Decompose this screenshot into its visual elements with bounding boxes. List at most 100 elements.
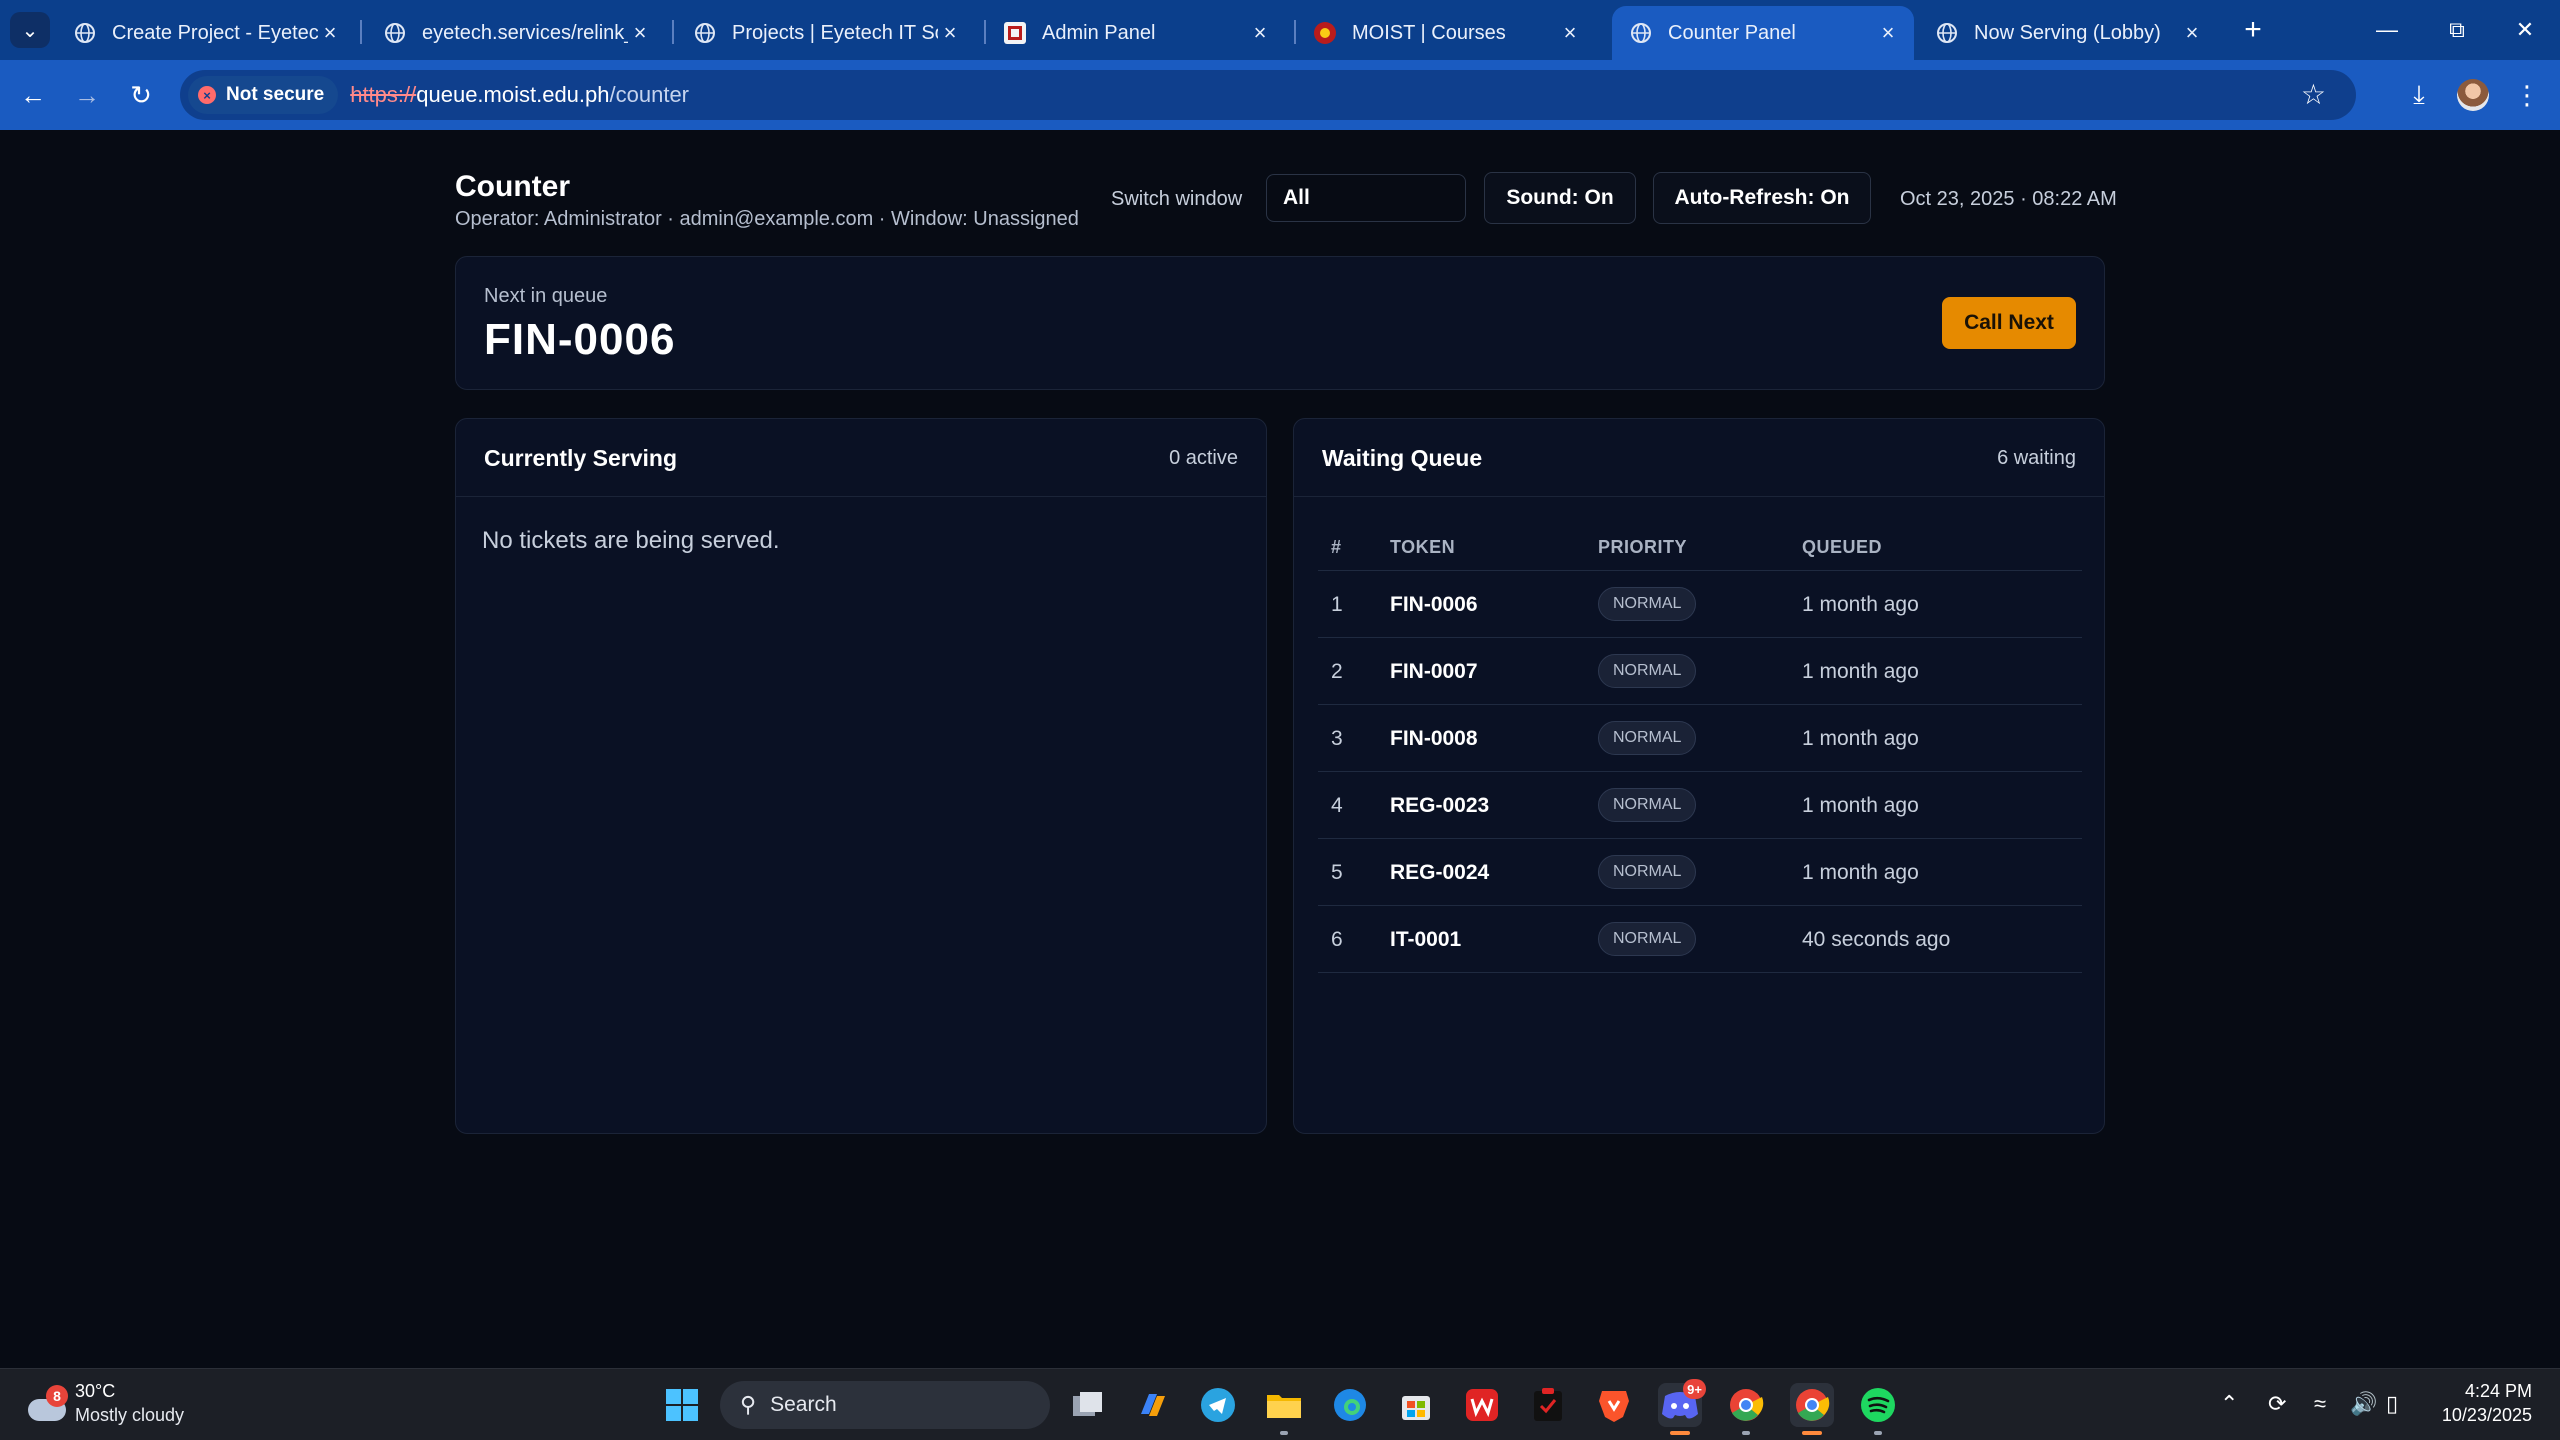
- row-queued-time: 40 seconds ago: [1802, 928, 1951, 951]
- back-button[interactable]: ←: [12, 74, 54, 116]
- close-icon[interactable]: ×: [628, 20, 652, 46]
- close-icon[interactable]: ×: [1558, 20, 1582, 46]
- sync-icon[interactable]: ⟳: [2268, 1391, 2286, 1417]
- window-select[interactable]: All: [1266, 174, 1466, 222]
- tab-create-project[interactable]: Create Project - Eyetech A ×: [56, 6, 356, 60]
- tab-relink[interactable]: eyetech.services/relink_sto ×: [366, 6, 666, 60]
- currently-serving-card: Currently Serving 0 active No tickets ar…: [455, 418, 1267, 1134]
- tab-title: Projects | Eyetech IT Soluti: [732, 21, 938, 44]
- priority-badge: NORMAL: [1598, 922, 1697, 956]
- priority-badge: NORMAL: [1598, 788, 1697, 822]
- address-bar[interactable]: × Not secure https://queue.moist.edu.ph/…: [180, 70, 2356, 120]
- wps-office-button[interactable]: [1460, 1383, 1504, 1427]
- running-indicator: [1802, 1431, 1822, 1435]
- chrome-profile-2-button[interactable]: [1790, 1383, 1834, 1435]
- close-icon[interactable]: ×: [1248, 20, 1272, 46]
- brave-button[interactable]: [1592, 1383, 1636, 1427]
- brave-lion-icon: [1599, 1391, 1629, 1422]
- tab-admin-panel[interactable]: Admin Panel ×: [986, 6, 1286, 60]
- tab-counter-panel[interactable]: Counter Panel ×: [1612, 6, 1914, 60]
- close-icon[interactable]: ×: [318, 20, 342, 46]
- bookmark-star-icon[interactable]: ☆: [2301, 78, 2326, 111]
- browser-menu-button[interactable]: ⋮: [2506, 74, 2548, 116]
- running-indicator: [1670, 1431, 1690, 1435]
- not-secure-icon: ×: [198, 86, 216, 104]
- file-explorer-button[interactable]: [1262, 1383, 1306, 1435]
- store-button[interactable]: [1394, 1383, 1438, 1427]
- clock-date[interactable]: 10/23/2025: [2432, 1405, 2532, 1426]
- notification-badge: 9+: [1683, 1379, 1706, 1399]
- row-queued-time: 1 month ago: [1802, 727, 1919, 750]
- close-icon[interactable]: ×: [1876, 20, 1900, 46]
- new-tab-button[interactable]: +: [2218, 0, 2288, 60]
- taskbar-search[interactable]: ⚲ Search: [720, 1381, 1050, 1429]
- waiting-queue-title: Waiting Queue: [1322, 445, 1483, 471]
- site-security-chip[interactable]: × Not secure: [188, 76, 339, 114]
- row-number: 5: [1331, 861, 1343, 884]
- weather-description: Mostly cloudy: [75, 1405, 185, 1425]
- store-icon: [1402, 1396, 1430, 1420]
- kebab-menu-icon: ⋮: [2514, 79, 2540, 110]
- volume-icon[interactable]: 🔊: [2350, 1391, 2377, 1417]
- card-header: Currently Serving 0 active: [456, 419, 1266, 497]
- row-token: IT-0001: [1390, 928, 1462, 951]
- downloads-button[interactable]: ⤓: [2398, 74, 2440, 116]
- weather-widget[interactable]: 8: [28, 1385, 68, 1425]
- temperature: 30°C: [75, 1381, 116, 1401]
- download-icon: ⤓: [2413, 79, 2425, 109]
- tab-projects[interactable]: Projects | Eyetech IT Soluti ×: [676, 6, 976, 60]
- tab-separator: [360, 20, 362, 44]
- edge-button[interactable]: [1328, 1383, 1372, 1427]
- row-queued-time: 1 month ago: [1802, 861, 1919, 884]
- tab-now-serving[interactable]: Now Serving (Lobby) ×: [1918, 6, 2218, 60]
- profile-button[interactable]: [2452, 74, 2494, 116]
- tab-search-button[interactable]: ⌄: [10, 12, 50, 48]
- chrome-profile-1-button[interactable]: [1724, 1383, 1768, 1435]
- priority-badge: NORMAL: [1598, 654, 1697, 688]
- priority-badge: NORMAL: [1598, 587, 1697, 621]
- tab-title: Counter Panel: [1668, 21, 1796, 44]
- spotify-button[interactable]: [1856, 1383, 1900, 1435]
- clock-time[interactable]: 4:24 PM: [2432, 1381, 2532, 1402]
- todo-app-button[interactable]: [1526, 1383, 1570, 1427]
- battery-icon[interactable]: ▯: [2386, 1391, 2398, 1417]
- row-token: FIN-0007: [1390, 660, 1478, 683]
- task-view-button[interactable]: [1066, 1383, 1110, 1427]
- close-icon[interactable]: ×: [938, 20, 962, 46]
- forward-button[interactable]: →: [66, 74, 108, 116]
- discord-button[interactable]: 9+: [1658, 1379, 1706, 1435]
- clipboard-check-icon: [1534, 1388, 1562, 1421]
- windows-taskbar: 8 30°C Mostly cloudy ⚲ Search 9+ ⌃ ⟳ ≈ 🔊…: [0, 1368, 2560, 1440]
- call-next-button[interactable]: Call Next: [1942, 297, 2076, 349]
- start-button[interactable]: [660, 1383, 704, 1427]
- admin-panel-favicon-icon: [1004, 22, 1026, 44]
- copilot-button[interactable]: [1130, 1383, 1174, 1427]
- avatar: [2457, 79, 2489, 111]
- tab-strip: ⌄ Create Project - Eyetech A × eyetech.s…: [0, 0, 2560, 60]
- arrow-left-icon: ←: [20, 79, 46, 110]
- row-token: REG-0024: [1390, 861, 1490, 884]
- url-path: /counter: [609, 82, 690, 107]
- reload-button[interactable]: ↻: [120, 74, 162, 116]
- minimize-button[interactable]: —: [2352, 0, 2422, 60]
- restore-button[interactable]: ⧉: [2422, 0, 2492, 60]
- telegram-button[interactable]: [1196, 1383, 1240, 1427]
- tab-title: eyetech.services/relink_sto: [422, 21, 628, 44]
- wifi-icon[interactable]: ≈: [2314, 1391, 2326, 1417]
- table-row: 5 REG-0024 NORMAL 1 month ago: [1318, 839, 2082, 906]
- close-window-button[interactable]: ✕: [2490, 0, 2560, 60]
- sound-toggle-button[interactable]: Sound: On: [1484, 172, 1636, 224]
- minimize-icon: —: [2376, 17, 2398, 42]
- auto-refresh-toggle-button[interactable]: Auto-Refresh: On: [1653, 172, 1871, 224]
- close-icon[interactable]: ×: [2180, 20, 2204, 46]
- url-text[interactable]: https://queue.moist.edu.ph/counter: [350, 82, 689, 108]
- globe-icon: [384, 22, 406, 44]
- globe-icon: [74, 22, 96, 44]
- wps-icon: [1466, 1389, 1498, 1421]
- tab-moist-courses[interactable]: MOIST | Courses ×: [1296, 6, 1596, 60]
- waiting-queue-card: Waiting Queue 6 waiting # TOKEN PRIORITY…: [1293, 418, 2105, 1134]
- table-row: 2 FIN-0007 NORMAL 1 month ago: [1318, 638, 2082, 705]
- waiting-count: 6 waiting: [1997, 447, 2076, 469]
- chevron-up-icon[interactable]: ⌃: [2220, 1391, 2238, 1417]
- globe-icon: [694, 22, 716, 44]
